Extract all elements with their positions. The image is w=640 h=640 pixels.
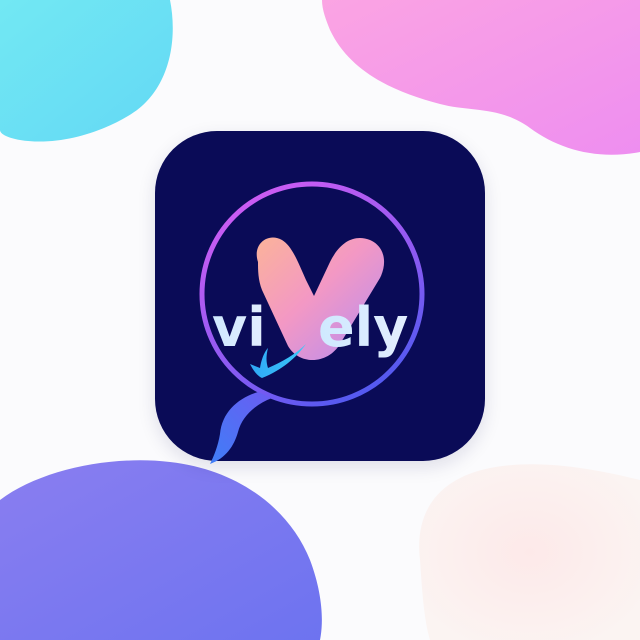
canvas: vi ely	[0, 0, 640, 640]
wordmark-right: ely	[318, 296, 408, 359]
wordmark-left: vi	[212, 296, 266, 359]
wordmark: vi ely	[212, 296, 408, 359]
